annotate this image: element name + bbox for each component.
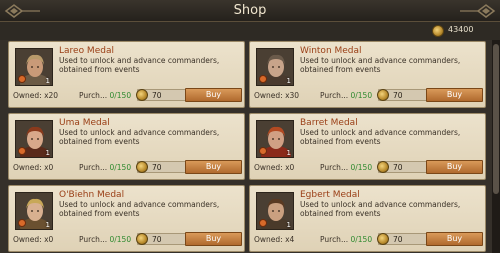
purchase-limit: Purch... 0/150 xyxy=(320,91,372,100)
gold-coin-icon xyxy=(432,25,444,37)
price-box: 70 xyxy=(377,89,432,101)
price-box: 70 xyxy=(136,233,191,245)
price-box: 70 xyxy=(377,233,432,245)
purchase-limit-value: 0/150 xyxy=(109,91,132,100)
purchase-limit-value: 0/150 xyxy=(350,91,373,100)
purchase-limit: Purch... 0/150 xyxy=(320,163,372,172)
gold-coin-icon xyxy=(377,233,389,245)
purchase-label: Purch... xyxy=(79,91,108,100)
buy-button[interactable]: Buy xyxy=(185,232,242,246)
medal-name: Winton Medal xyxy=(300,46,362,56)
commander-portrait[interactable]: 1 xyxy=(15,192,53,230)
buy-button[interactable]: Buy xyxy=(426,232,483,246)
portrait-quantity: 1 xyxy=(45,221,50,229)
portrait-quantity: 1 xyxy=(45,149,50,157)
medal-card: 1 O'Biehn Medal Used to unlock and advan… xyxy=(8,185,245,252)
buy-button[interactable]: Buy xyxy=(426,88,483,102)
purchase-label: Purch... xyxy=(79,163,108,172)
medal-description: Used to unlock and advance commanders, o… xyxy=(300,200,461,218)
purchase-limit: Purch... 0/150 xyxy=(79,235,131,244)
shop-header: Shop xyxy=(0,0,500,22)
medal-badge-icon xyxy=(259,219,267,227)
medal-card: 1 Winton Medal Used to unlock and advanc… xyxy=(249,41,486,108)
medal-name: Lareo Medal xyxy=(59,46,114,56)
price-value: 70 xyxy=(393,91,403,100)
gold-coin-icon xyxy=(136,89,148,101)
medal-description: Used to unlock and advance commanders, o… xyxy=(300,56,461,74)
price-box: 70 xyxy=(136,161,191,173)
scroll-thumb[interactable] xyxy=(493,44,499,194)
commander-portrait[interactable]: 1 xyxy=(256,120,294,158)
price-value: 70 xyxy=(152,163,162,172)
owned-count: Owned: x20 xyxy=(13,91,59,100)
scrollbar[interactable] xyxy=(492,40,500,253)
portrait-quantity: 1 xyxy=(286,221,291,229)
medal-badge-icon xyxy=(259,75,267,83)
price-value: 70 xyxy=(393,235,403,244)
gold-coin-icon xyxy=(136,233,148,245)
ornament-icon xyxy=(460,4,496,18)
medal-name: Barret Medal xyxy=(300,118,358,128)
purchase-label: Purch... xyxy=(320,163,349,172)
owned-count: Owned: x0 xyxy=(13,163,54,172)
gold-coin-icon xyxy=(377,89,389,101)
price-box: 70 xyxy=(377,161,432,173)
price-value: 70 xyxy=(152,91,162,100)
medal-badge-icon xyxy=(18,147,26,155)
medal-description: Used to unlock and advance commanders, o… xyxy=(59,128,220,146)
gold-coin-icon xyxy=(136,161,148,173)
owned-count: Owned: x0 xyxy=(254,163,295,172)
medal-description: Used to unlock and advance commanders, o… xyxy=(59,56,220,74)
owned-count: Owned: x0 xyxy=(13,235,54,244)
medal-badge-icon xyxy=(18,219,26,227)
commander-portrait[interactable]: 1 xyxy=(15,48,53,86)
purchase-label: Purch... xyxy=(320,91,349,100)
medal-name: Uma Medal xyxy=(59,118,110,128)
commander-portrait[interactable]: 1 xyxy=(256,192,294,230)
medal-card: 1 Barret Medal Used to unlock and advanc… xyxy=(249,113,486,180)
buy-button[interactable]: Buy xyxy=(426,160,483,174)
buy-button[interactable]: Buy xyxy=(185,160,242,174)
medal-card: 1 Uma Medal Used to unlock and advance c… xyxy=(8,113,245,180)
buy-button[interactable]: Buy xyxy=(185,88,242,102)
purchase-limit-value: 0/150 xyxy=(350,235,373,244)
purchase-limit: Purch... 0/150 xyxy=(79,163,131,172)
purchase-label: Purch... xyxy=(320,235,349,244)
currency-amount: 43400 xyxy=(448,25,474,34)
gold-coin-icon xyxy=(377,161,389,173)
portrait-quantity: 1 xyxy=(286,149,291,157)
owned-count: Owned: x30 xyxy=(254,91,300,100)
purchase-limit: Purch... 0/150 xyxy=(320,235,372,244)
purchase-limit-value: 0/150 xyxy=(109,235,132,244)
purchase-limit-value: 0/150 xyxy=(109,163,132,172)
purchase-label: Purch... xyxy=(79,235,108,244)
price-box: 70 xyxy=(136,89,191,101)
purchase-limit: Purch... 0/150 xyxy=(79,91,131,100)
portrait-quantity: 1 xyxy=(45,77,50,85)
commander-portrait[interactable]: 1 xyxy=(15,120,53,158)
medal-description: Used to unlock and advance commanders, o… xyxy=(59,200,220,218)
currency-bar: 43400 xyxy=(0,22,500,40)
page-title: Shop xyxy=(233,3,267,18)
price-value: 70 xyxy=(152,235,162,244)
commander-portrait[interactable]: 1 xyxy=(256,48,294,86)
owned-count: Owned: x4 xyxy=(254,235,295,244)
purchase-limit-value: 0/150 xyxy=(350,163,373,172)
medal-name: O'Biehn Medal xyxy=(59,190,125,200)
medal-badge-icon xyxy=(259,147,267,155)
medal-description: Used to unlock and advance commanders, o… xyxy=(300,128,461,146)
medal-card: 1 Egbert Medal Used to unlock and advanc… xyxy=(249,185,486,252)
portrait-quantity: 1 xyxy=(286,77,291,85)
medal-name: Egbert Medal xyxy=(300,190,360,200)
price-value: 70 xyxy=(393,163,403,172)
medal-card: 1 Lareo Medal Used to unlock and advance… xyxy=(8,41,245,108)
medal-badge-icon xyxy=(18,75,26,83)
